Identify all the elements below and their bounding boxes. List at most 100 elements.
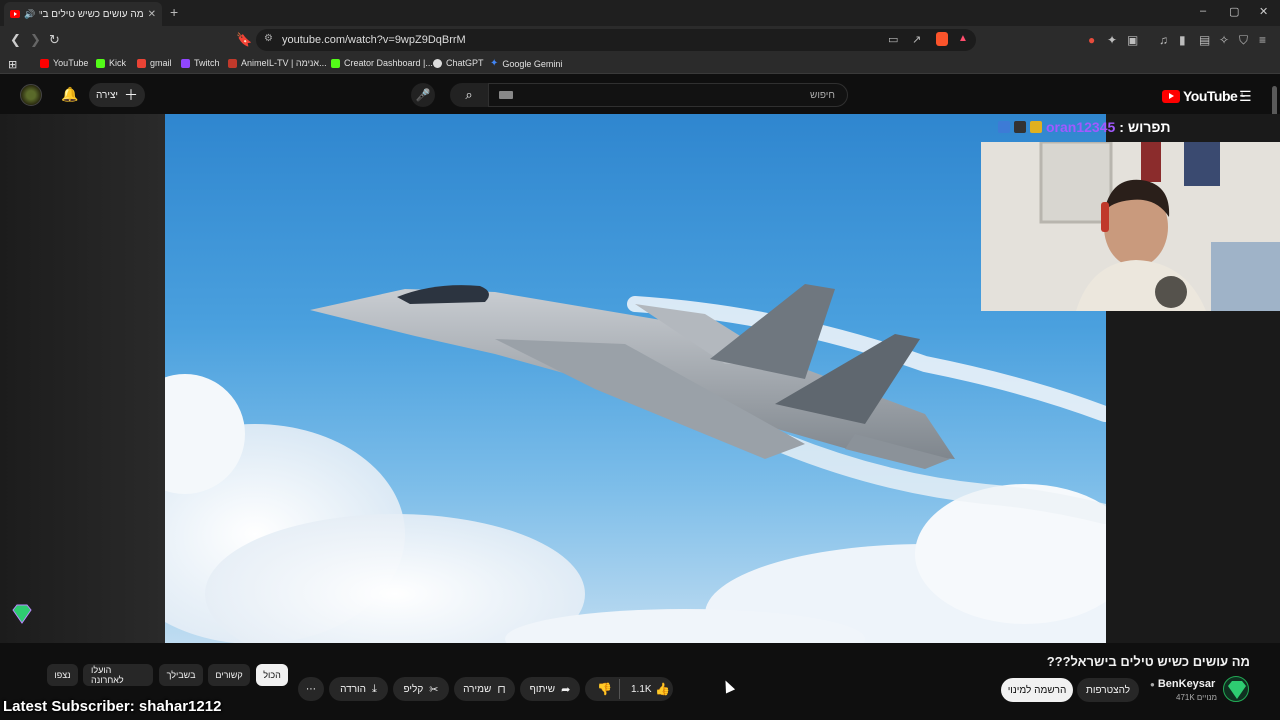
chip-recently-uploaded[interactable]: הועלו לאחרונה [83, 664, 153, 686]
bookmark-icon[interactable]: 🔖 [236, 32, 252, 48]
channel-gem-logo-icon [11, 604, 33, 629]
brave-shields-icon[interactable] [936, 32, 948, 46]
bookmark-youtube[interactable]: YouTube [40, 58, 88, 68]
extension-box-icon[interactable]: ▣ [1127, 33, 1138, 47]
account-avatar[interactable] [20, 84, 42, 106]
download-button[interactable]: הורדה ⤓ [329, 677, 388, 701]
channel-name-link[interactable]: ● BenKeysar [1150, 678, 1215, 690]
bookmark-creator-dashboard[interactable]: Creator Dashboard |... [331, 58, 433, 68]
like-icon[interactable]: 👍 [655, 682, 670, 696]
chip-watched[interactable]: נצפו [47, 664, 78, 686]
chip-related[interactable]: קשורים [208, 664, 250, 686]
gmail-icon [137, 58, 146, 68]
join-button[interactable]: להצטרפות [1077, 678, 1139, 702]
back-arrow-icon[interactable]: ❮ [10, 32, 21, 48]
like-divider [619, 679, 620, 699]
more-actions-icon: ⋯ [306, 683, 316, 695]
address-bar[interactable]: ⚙ youtube.com/watch?v=9wpZ9DqBrrM ▭ ↗ ▲ [256, 29, 976, 51]
crown-badge-icon [1030, 121, 1042, 133]
logo-text: YouTube [1183, 88, 1238, 104]
save-label: שמירה [463, 683, 492, 695]
minimize-button[interactable]: – [1200, 5, 1206, 17]
bookmark-gmail[interactable]: gmail [137, 58, 172, 68]
keyboard-icon[interactable] [499, 91, 513, 99]
extension-record-icon[interactable]: ● [1088, 33, 1095, 47]
forward-arrow-icon[interactable]: ❯ [30, 32, 41, 48]
voice-search-button[interactable]: 🎤 [411, 83, 435, 107]
chat-message: תפרוש : [1119, 119, 1171, 135]
webcam-overlay [981, 142, 1280, 311]
bookmark-gemini[interactable]: ✦ Google Gemini [490, 58, 562, 69]
bookmark-twitch[interactable]: Twitch [181, 58, 220, 68]
share-icon: ➦ [561, 683, 571, 696]
share-label: שיתוף [529, 683, 556, 695]
webcam-feed [981, 142, 1280, 311]
chip-all[interactable]: הכול [256, 664, 288, 686]
share-page-icon[interactable]: ↗ [912, 33, 921, 46]
browser-tab[interactable]: 🔊 מה עושים כשיש טילים בישראל??? ✕ [4, 2, 162, 26]
browser-tab-bar: 🔊 מה עושים כשיש טילים בישראל??? ✕ + – ▢ … [0, 0, 1280, 26]
like-dislike-group: 👎 1.1K 👍 [585, 677, 673, 701]
search-icon: ⌕ [465, 87, 473, 102]
video-player[interactable] [165, 114, 1106, 643]
brave-rewards-icon[interactable]: ▲ [958, 33, 968, 44]
video-title: מה עושים כשיש טילים בישראל??? [1046, 654, 1250, 669]
twitch-icon [181, 58, 190, 68]
share-button[interactable]: שיתוף ➦ [520, 677, 580, 701]
wallet-icon[interactable]: ▤ [1199, 33, 1210, 47]
stream-chat-line: oran12345 תפרוש : [998, 119, 1171, 135]
subscriber-count: 471K מנויים [1176, 693, 1218, 702]
subscribe-button[interactable]: הרשמה למינוי [1001, 678, 1073, 702]
clip-label: קליפ [403, 683, 424, 695]
channel-avatar[interactable] [1223, 676, 1249, 702]
new-tab-button[interactable]: + [170, 4, 178, 20]
site-settings-icon[interactable]: ⚙ [264, 33, 273, 44]
save-button[interactable]: שמירה ⊓ [454, 677, 515, 701]
video-frame-jet [165, 284, 1106, 643]
url-text: youtube.com/watch?v=9wpZ9DqBrrM [282, 34, 466, 46]
search-placeholder: חיפוש [810, 89, 835, 101]
create-button[interactable]: יצירה ＋ [89, 83, 145, 107]
create-label: יצירה [95, 89, 119, 101]
close-window-button[interactable]: ✕ [1259, 5, 1268, 18]
vpn-icon[interactable]: ⛉ [1239, 33, 1248, 48]
apps-grid-icon[interactable]: ⊞ [8, 58, 17, 71]
menu-icon[interactable]: ≡ [1259, 33, 1266, 47]
dislike-icon[interactable]: 👎 [597, 682, 612, 696]
download-icon: ⤓ [371, 682, 377, 695]
bookmark-kick[interactable]: Kick [96, 58, 126, 68]
moderator-badge-icon [998, 121, 1010, 133]
cast-icon[interactable]: ▭ [888, 33, 898, 46]
bookmark-chatgpt[interactable]: ChatGPT [433, 58, 484, 68]
kick-icon [331, 58, 340, 68]
guide-menu-icon[interactable]: ☰ [1239, 88, 1252, 105]
close-tab-icon[interactable]: ✕ [148, 9, 156, 20]
maximize-button[interactable]: ▢ [1229, 5, 1239, 18]
latest-subscriber-overlay: Latest Subscriber: shahar1212 [3, 698, 222, 715]
gemini-icon: ✦ [490, 58, 499, 69]
more-actions-button[interactable]: ⋯ [298, 677, 324, 701]
notifications-bell-icon[interactable]: 🔔 [61, 86, 78, 103]
youtube-play-icon [1162, 89, 1180, 103]
verified-icon: ● [1150, 679, 1155, 689]
animeil-icon [228, 58, 237, 68]
sidebar-icon[interactable]: ▮ [1179, 33, 1186, 47]
media-icon[interactable]: ♫ [1159, 33, 1168, 47]
download-label: הורדה [340, 683, 366, 695]
reload-icon[interactable]: ↻ [49, 32, 60, 48]
like-count[interactable]: 1.1K [631, 684, 652, 695]
speaker-icon[interactable]: 🔊 [24, 9, 35, 20]
browser-toolbar: ❮ ❯ ↻ 🔖 ⚙ youtube.com/watch?v=9wpZ9DqBrr… [0, 26, 1280, 54]
leo-ai-icon[interactable]: ✧ [1219, 33, 1229, 47]
bookmarks-bar: ⊞ YouTube Kick gmail Twitch AnimeIL-TV |… [0, 54, 1280, 74]
youtube-logo[interactable]: YouTube IL [1162, 88, 1245, 104]
chatgpt-icon [433, 58, 442, 68]
extensions-puzzle-icon[interactable]: ✦ [1107, 33, 1117, 47]
tab-title: מה עושים כשיש טילים בישראל??? [39, 8, 144, 20]
chat-username: oran12345 [1046, 119, 1116, 135]
chip-for-you[interactable]: בשבילך [159, 664, 203, 686]
search-button[interactable]: ⌕ [450, 83, 488, 107]
bookmark-animeil[interactable]: AnimeIL-TV | אנימה... [228, 58, 327, 68]
search-input[interactable]: חיפוש [488, 83, 848, 107]
clip-button[interactable]: קליפ ✂ [393, 677, 449, 701]
